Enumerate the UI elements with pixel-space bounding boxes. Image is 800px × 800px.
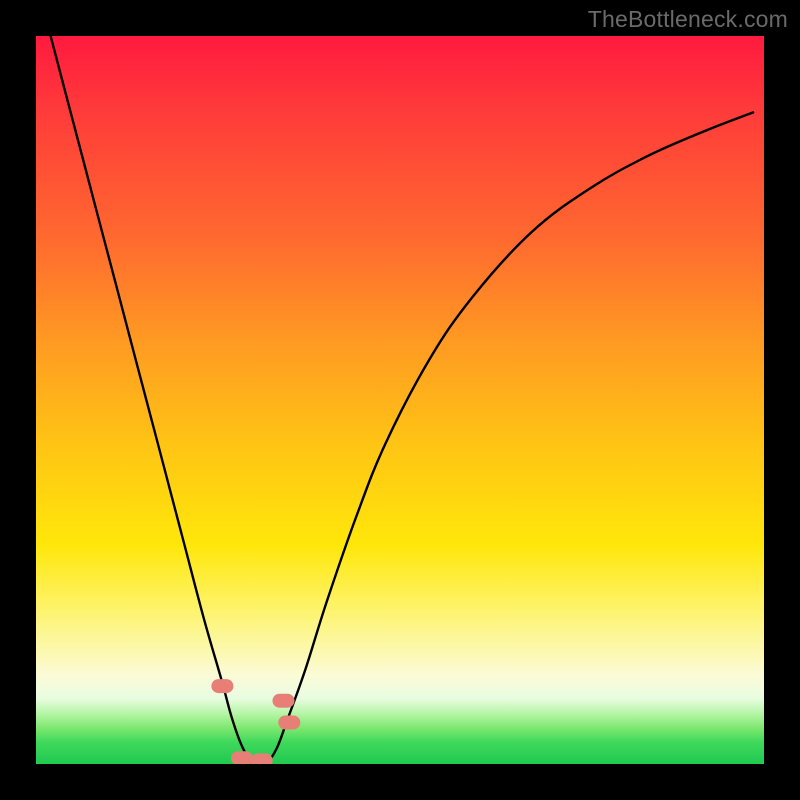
curve-layer — [36, 36, 764, 764]
chart-frame: TheBottleneck.com — [0, 0, 800, 800]
marker-bottom-2 — [251, 753, 273, 764]
watermark-text: TheBottleneck.com — [588, 6, 788, 33]
plot-area — [36, 36, 764, 764]
marker-group — [211, 679, 300, 764]
marker-right-lower — [278, 716, 300, 730]
marker-bottom-1 — [231, 751, 253, 764]
marker-left — [211, 679, 233, 693]
marker-right-upper — [273, 694, 295, 708]
bottleneck-curve — [51, 36, 754, 764]
